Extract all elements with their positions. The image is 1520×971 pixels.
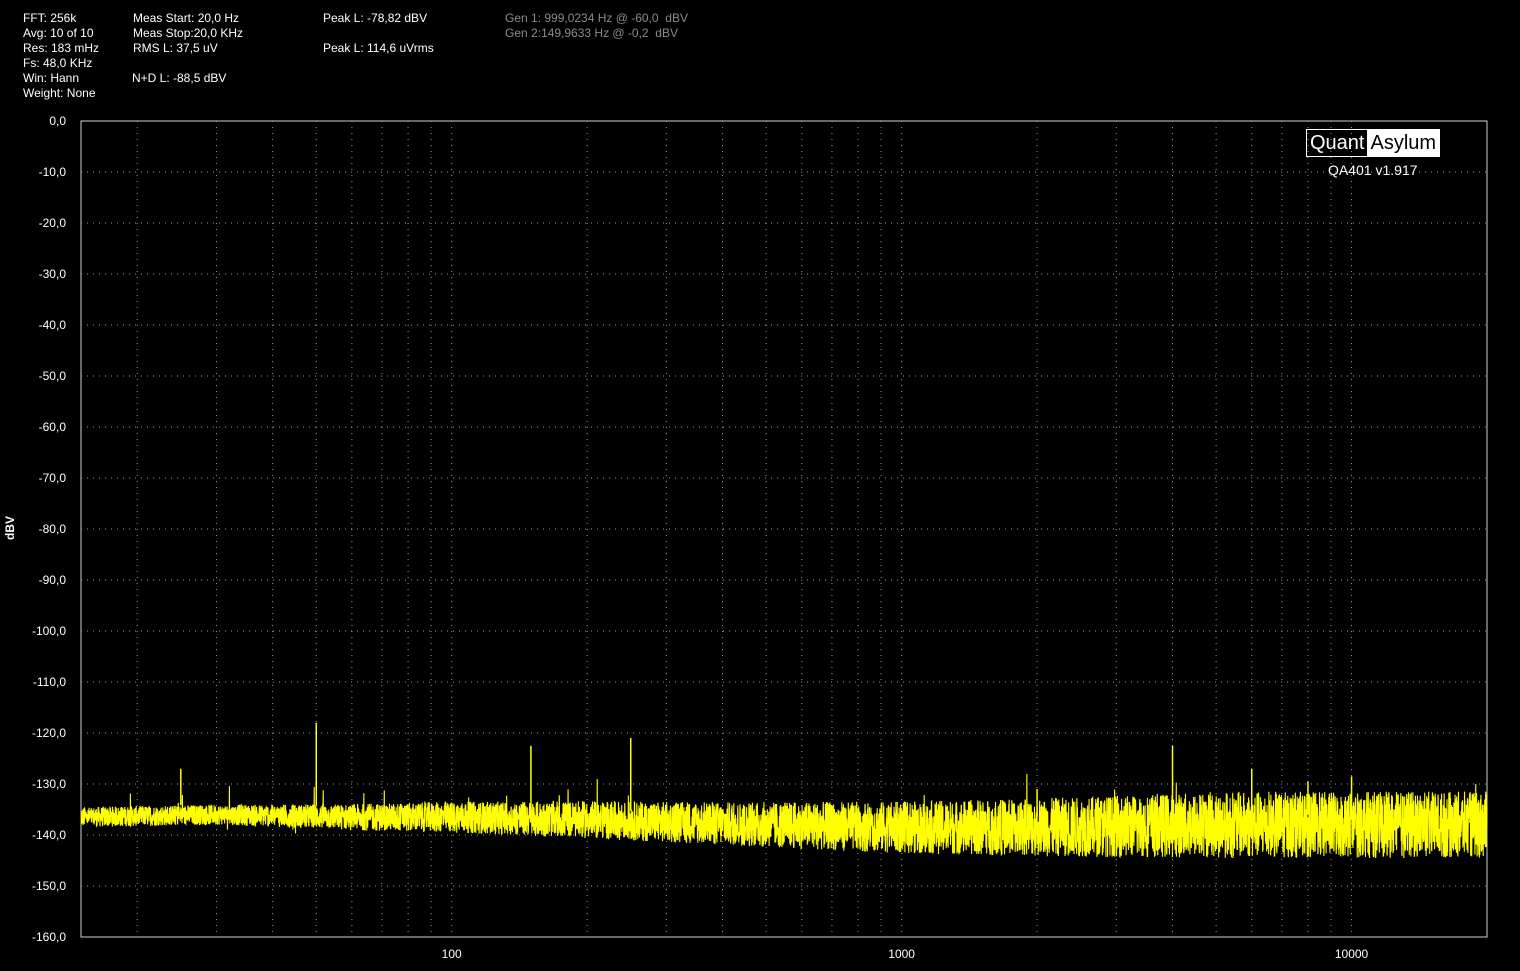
y-tick-label: 0,0 xyxy=(49,114,66,128)
y-tick-label: -50,0 xyxy=(39,369,67,383)
y-tick-label: -110,0 xyxy=(33,675,66,689)
y-tick-label: -150,0 xyxy=(32,879,66,893)
version-label: QA401 v1.917 xyxy=(1328,162,1418,178)
x-tick-labels: 100 1000 10000 xyxy=(442,947,1369,961)
y-tick-label: -80,0 xyxy=(39,522,67,536)
x-tick-label: 10000 xyxy=(1335,947,1369,961)
y-tick-label: -10,0 xyxy=(39,165,67,179)
y-tick-label: -160,0 xyxy=(32,930,66,944)
y-tick-label: -140,0 xyxy=(32,828,66,842)
logo-quant-text: Quant xyxy=(1310,132,1365,154)
y-tick-label: -100,0 xyxy=(32,624,66,638)
quantasylum-logo: Quant Asylum xyxy=(1306,129,1441,157)
y-tick-label: -70,0 xyxy=(39,471,67,485)
y-tick-label: -30,0 xyxy=(39,267,67,281)
y-tick-labels: 0,0 -10,0 -20,0 -30,0 -40,0 -50,0 -60,0 -70,0 -8… xyxy=(32,114,66,944)
logo-asylum-text: Asylum xyxy=(1367,130,1440,156)
y-tick-label: -20,0 xyxy=(39,216,67,230)
y-tick-label: -120,0 xyxy=(32,726,66,740)
spectrum-plot: 0,0 -10,0 -20,0 -30,0 -40,0 -50,0 -60,0 -70,0 -8… xyxy=(32,114,1488,961)
x-tick-label: 1000 xyxy=(888,947,915,961)
trace-group xyxy=(80,722,1488,859)
y-tick-label: -40,0 xyxy=(39,318,67,332)
y-tick-label: -90,0 xyxy=(39,573,67,587)
spectrum-trace xyxy=(80,774,1488,859)
x-tick-label: 100 xyxy=(442,947,462,961)
y-tick-label: -130,0 xyxy=(32,777,66,791)
y-tick-label: -60,0 xyxy=(39,420,67,434)
